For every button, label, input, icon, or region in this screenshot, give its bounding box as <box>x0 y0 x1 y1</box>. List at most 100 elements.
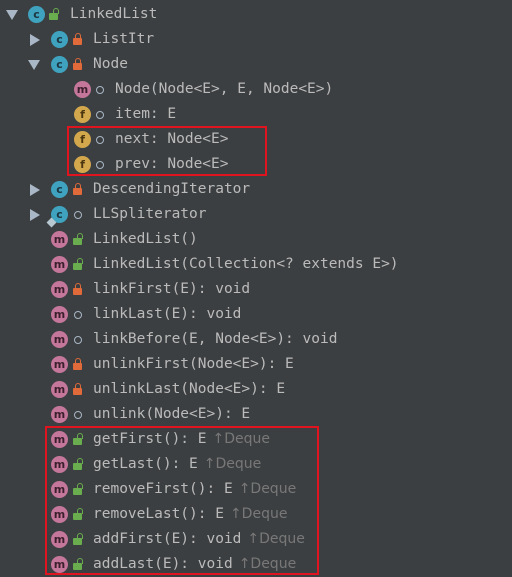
private-lock-icon <box>72 358 83 370</box>
tree-node-method[interactable]: m addFirst(E): void ↑Deque <box>0 527 512 552</box>
tree-node-label: addLast(E): void <box>93 556 233 572</box>
tree-node-label: next: Node<E> <box>115 131 229 147</box>
class-icon: c <box>28 6 45 23</box>
collapse-arrow-icon[interactable] <box>30 184 40 196</box>
method-icon: m <box>51 331 68 348</box>
inherited-from-label: ↑Deque <box>212 431 271 447</box>
tree-node-label: linkBefore(E, Node<E>): void <box>93 331 338 347</box>
field-icon: f <box>74 131 91 148</box>
public-lock-icon <box>48 8 59 20</box>
method-icon: m <box>51 531 68 548</box>
package-visibility-icon <box>74 310 82 319</box>
field-icon: f <box>74 156 91 173</box>
private-lock-icon <box>72 283 83 295</box>
tree-node-method[interactable]: m linkBefore(E, Node<E>): void <box>0 327 512 352</box>
structure-tree: c LinkedList c ListItr c Node m Node(Nod… <box>0 0 512 576</box>
method-icon: m <box>51 456 68 473</box>
tree-node-label: LLSpliterator <box>93 206 207 222</box>
tree-node-descendingiterator[interactable]: c DescendingIterator <box>0 177 512 202</box>
tree-node-label: ListItr <box>93 31 155 47</box>
public-lock-icon <box>72 433 83 445</box>
tree-node-label: item: E <box>115 106 177 122</box>
method-icon: m <box>51 481 68 498</box>
tree-node-method[interactable]: m LinkedList(Collection<? extends E>) <box>0 252 512 277</box>
tree-node-label: LinkedList(Collection<? extends E>) <box>93 256 399 272</box>
tree-node-method[interactable]: m removeFirst(): E ↑Deque <box>0 477 512 502</box>
method-icon: m <box>51 231 68 248</box>
tree-node-node[interactable]: c Node <box>0 52 512 77</box>
public-lock-icon <box>72 533 83 545</box>
tree-node-llspliterator[interactable]: c LLSpliterator <box>0 202 512 227</box>
tree-node-label: Node <box>93 56 128 72</box>
tree-node-method[interactable]: m unlinkLast(Node<E>): E <box>0 377 512 402</box>
method-icon: m <box>51 506 68 523</box>
method-icon: m <box>51 256 68 273</box>
method-icon: m <box>74 81 91 98</box>
package-visibility-icon <box>74 335 82 344</box>
tree-node-method[interactable]: m addLast(E): void ↑Deque <box>0 552 512 577</box>
expand-arrow-icon[interactable] <box>28 60 40 70</box>
method-icon: m <box>51 356 68 373</box>
class-icon: c <box>51 31 68 48</box>
tree-node-prev-field[interactable]: f prev: Node<E> <box>0 152 512 177</box>
public-lock-icon <box>72 233 83 245</box>
tree-node-linkedlist[interactable]: c LinkedList <box>0 2 512 27</box>
tree-node-label: DescendingIterator <box>93 181 251 197</box>
tree-node-label: unlinkFirst(Node<E>): E <box>93 356 294 372</box>
tree-node-label: linkFirst(E): void <box>93 281 251 297</box>
tree-node-method[interactable]: m getLast(): E ↑Deque <box>0 452 512 477</box>
tree-node-listitr[interactable]: c ListItr <box>0 27 512 52</box>
tree-node-label: linkLast(E): void <box>93 306 242 322</box>
tree-node-label: getLast(): E <box>93 456 198 472</box>
method-icon: m <box>51 381 68 398</box>
class-icon: c <box>51 181 68 198</box>
collapse-arrow-icon[interactable] <box>30 34 40 46</box>
tree-node-label: unlinkLast(Node<E>): E <box>93 381 286 397</box>
package-visibility-icon <box>96 110 104 119</box>
method-icon: m <box>51 281 68 298</box>
tree-node-method[interactable]: m linkFirst(E): void <box>0 277 512 302</box>
package-visibility-icon <box>96 160 104 169</box>
expand-arrow-icon[interactable] <box>6 10 18 20</box>
tree-node-label: removeLast(): E <box>93 506 224 522</box>
package-visibility-icon <box>96 135 104 144</box>
tree-node-method[interactable]: m unlink(Node<E>): E <box>0 402 512 427</box>
package-visibility-icon <box>74 210 82 219</box>
public-lock-icon <box>72 508 83 520</box>
collapse-arrow-icon[interactable] <box>30 209 40 221</box>
public-lock-icon <box>72 258 83 270</box>
private-lock-icon <box>72 58 83 70</box>
method-icon: m <box>51 431 68 448</box>
inherited-from-label: ↑Deque <box>203 456 262 472</box>
inherited-from-label: ↑Deque <box>238 481 297 497</box>
tree-node-method[interactable]: m getFirst(): E ↑Deque <box>0 427 512 452</box>
package-visibility-icon <box>74 410 82 419</box>
tree-node-label: addFirst(E): void <box>93 531 242 547</box>
tree-node-next-field[interactable]: f next: Node<E> <box>0 127 512 152</box>
public-lock-icon <box>72 558 83 570</box>
tree-node-node-constructor[interactable]: m Node(Node<E>, E, Node<E>) <box>0 77 512 102</box>
private-lock-icon <box>72 183 83 195</box>
tree-node-label: getFirst(): E <box>93 431 207 447</box>
package-visibility-icon <box>96 85 104 94</box>
tree-node-method[interactable]: m removeLast(): E ↑Deque <box>0 502 512 527</box>
method-icon: m <box>51 556 68 573</box>
class-icon: c <box>51 206 68 223</box>
tree-node-method[interactable]: m linkLast(E): void <box>0 302 512 327</box>
method-icon: m <box>51 406 68 423</box>
tree-node-method[interactable]: m LinkedList() <box>0 227 512 252</box>
tree-node-label: unlink(Node<E>): E <box>93 406 251 422</box>
tree-node-method[interactable]: m unlinkFirst(Node<E>): E <box>0 352 512 377</box>
tree-node-label: prev: Node<E> <box>115 156 229 172</box>
private-lock-icon <box>72 33 83 45</box>
class-icon: c <box>51 56 68 73</box>
tree-node-label: removeFirst(): E <box>93 481 233 497</box>
tree-node-item-field[interactable]: f item: E <box>0 102 512 127</box>
public-lock-icon <box>72 458 83 470</box>
public-lock-icon <box>72 483 83 495</box>
tree-node-label: Node(Node<E>, E, Node<E>) <box>115 81 334 97</box>
field-icon: f <box>74 106 91 123</box>
tree-node-label: LinkedList() <box>93 231 198 247</box>
private-lock-icon <box>72 383 83 395</box>
inherited-from-label: ↑Deque <box>238 556 297 572</box>
